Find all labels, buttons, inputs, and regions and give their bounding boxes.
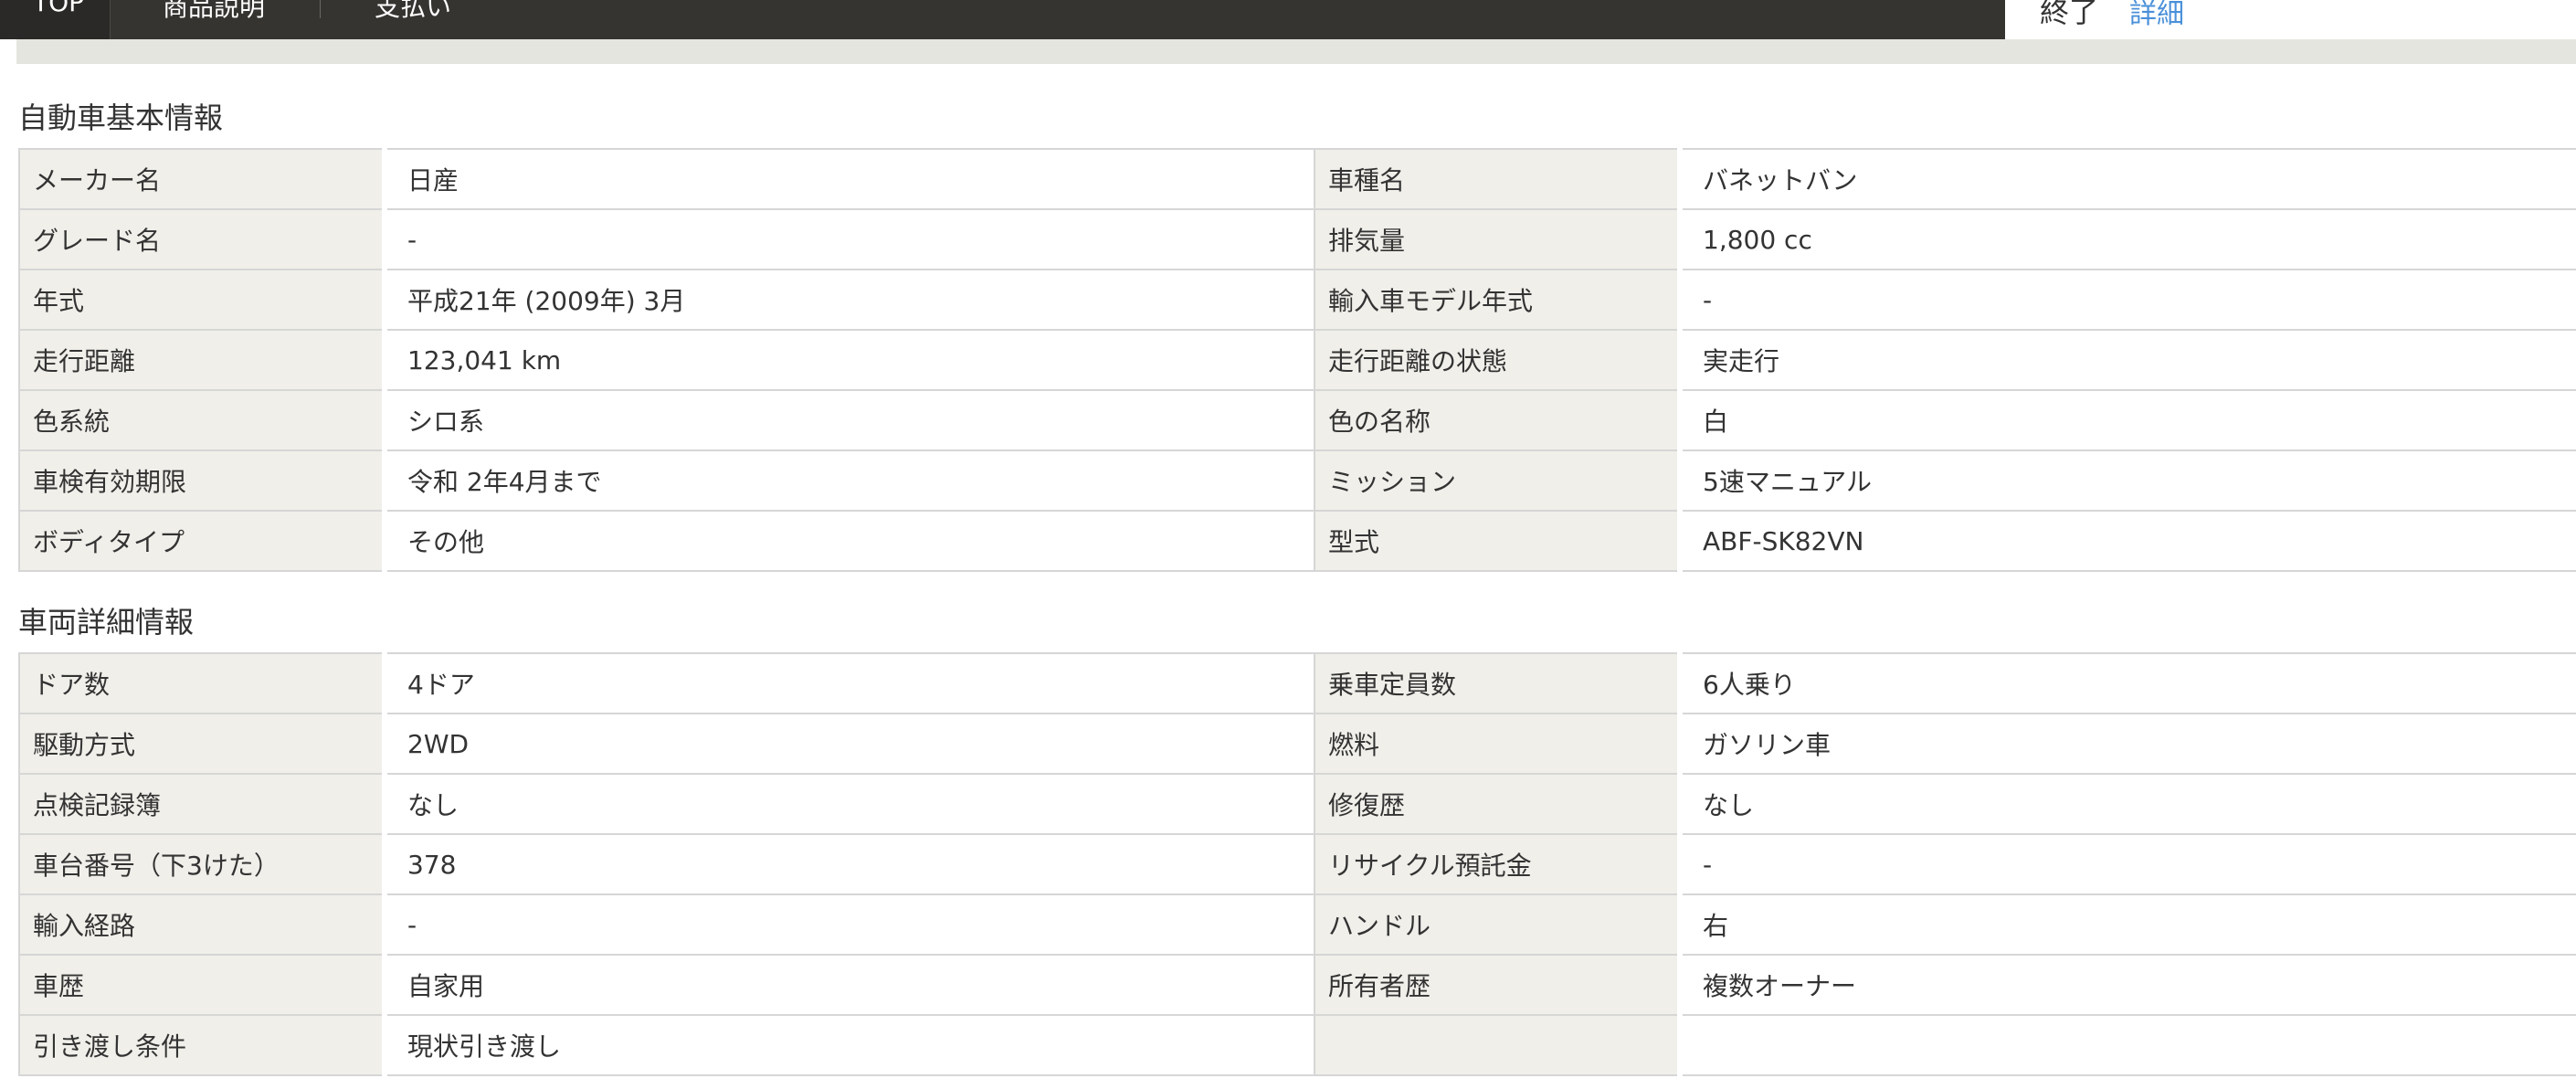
field-label: 色系統 bbox=[18, 389, 385, 451]
basic-info-row: グレード名 - 排気量 1,800 cc bbox=[18, 208, 2576, 270]
field-label: 色の名称 bbox=[1314, 389, 1680, 451]
section-title-basic-info: 自動車基本情報 bbox=[18, 100, 224, 135]
vehicle-detail-table: ドア数 4ドア 乗車定員数 6人乗り 駆動方式 2WD 燃料 ガソリン車 点検記録簿 なし 修復歴な… bbox=[18, 652, 2576, 1076]
field-value: その他 bbox=[382, 510, 1315, 572]
field-label: リサイクル預託金 bbox=[1314, 833, 1680, 895]
field-value: 令和 2年4月まで bbox=[382, 449, 1315, 512]
field-value: 5速マニュアル bbox=[1677, 449, 2576, 512]
field-value: 378 bbox=[382, 833, 1315, 895]
field-label: 修復歴 bbox=[1314, 773, 1680, 835]
nav-divider bbox=[320, 0, 321, 18]
field-value: - bbox=[382, 893, 1315, 956]
field-value: 白 bbox=[1677, 389, 2576, 451]
field-label: 点検記録簿 bbox=[18, 773, 385, 835]
vehicle-detail-row: 駆動方式 2WD 燃料 ガソリン車 bbox=[18, 713, 2576, 775]
field-label: ミッション bbox=[1314, 449, 1680, 512]
basic-info-row: 車検有効期限 令和 2年4月まで ミッション 5速マニュアル bbox=[18, 449, 2576, 512]
field-value: 日産 bbox=[382, 148, 1315, 210]
field-label: 燃料 bbox=[1314, 713, 1680, 775]
field-label: 乗車定員数 bbox=[1314, 652, 1680, 714]
vehicle-detail-row: 点検記録簿 なし 修復歴 なし bbox=[18, 773, 2576, 835]
nav-tab-top[interactable]: TOP bbox=[0, 0, 111, 39]
field-label: 走行距離 bbox=[18, 329, 385, 391]
field-label: ドア数 bbox=[18, 652, 385, 714]
field-label: ハンドル bbox=[1314, 893, 1680, 956]
field-value: 123,041 km bbox=[382, 329, 1315, 391]
vehicle-detail-row: 車歴 自家用 所有者歴 複数オーナー bbox=[18, 954, 2576, 1016]
field-label: 年式 bbox=[18, 269, 385, 331]
sub-navigation-bar bbox=[16, 39, 2576, 64]
vehicle-detail-row: 輸入経路 - ハンドル右 bbox=[18, 893, 2576, 956]
basic-info-row: 色系統 シロ系 色の名称白 bbox=[18, 389, 2576, 451]
details-link[interactable]: 詳細 bbox=[2129, 0, 2184, 31]
field-label: メーカー名 bbox=[18, 148, 385, 210]
auction-status-text: 終了 bbox=[2040, 0, 2099, 29]
basic-info-row: ボディタイプ その他 型式 ABF-SK82VN bbox=[18, 510, 2576, 572]
field-label: 所有者歴 bbox=[1314, 954, 1680, 1016]
basic-info-row: メーカー名 日産 車種名 バネットバン bbox=[18, 148, 2576, 210]
field-label: 車歴 bbox=[18, 954, 385, 1016]
field-value: - bbox=[1677, 833, 2576, 895]
field-label: ボディタイプ bbox=[18, 510, 385, 572]
basic-info-row: 年式 平成21年 (2009年) 3月 輸入車モデル年式 - bbox=[18, 269, 2576, 331]
field-label: 輸入経路 bbox=[18, 893, 385, 956]
field-value: 6人乗り bbox=[1677, 652, 2576, 714]
field-value: なし bbox=[1677, 773, 2576, 835]
field-label: 車種名 bbox=[1314, 148, 1680, 210]
section-title-vehicle-detail: 車両詳細情報 bbox=[18, 605, 195, 640]
field-value: バネットバン bbox=[1677, 148, 2576, 210]
field-value: ガソリン車 bbox=[1677, 713, 2576, 775]
field-label: 走行距離の状態 bbox=[1314, 329, 1680, 391]
field-value: 2WD bbox=[382, 713, 1315, 775]
vehicle-detail-row: 車台番号（下3けた） 378 リサイクル預託金 - bbox=[18, 833, 2576, 895]
field-value: 平成21年 (2009年) 3月 bbox=[382, 269, 1315, 331]
field-value: 実走行 bbox=[1677, 329, 2576, 391]
vehicle-detail-row: 引き渡し条件 現状引き渡し bbox=[18, 1014, 2576, 1076]
field-value bbox=[1677, 1014, 2576, 1076]
field-value: 4ドア bbox=[382, 652, 1315, 714]
nav-tab-payment[interactable]: 支払い bbox=[375, 0, 451, 24]
field-value: 複数オーナー bbox=[1677, 954, 2576, 1016]
field-value: なし bbox=[382, 773, 1315, 835]
field-label: 輸入車モデル年式 bbox=[1314, 269, 1680, 331]
field-value: - bbox=[1677, 269, 2576, 331]
field-label: 引き渡し条件 bbox=[18, 1014, 385, 1076]
field-value: 現状引き渡し bbox=[382, 1014, 1315, 1076]
field-value: 自家用 bbox=[382, 954, 1315, 1016]
nav-tab-top-label: TOP bbox=[33, 0, 85, 17]
field-label: 車検有効期限 bbox=[18, 449, 385, 512]
field-value: 右 bbox=[1677, 893, 2576, 956]
basic-info-row: 走行距離 123,041 km 走行距離の状態 実走行 bbox=[18, 329, 2576, 391]
field-value: ABF-SK82VN bbox=[1677, 510, 2576, 572]
field-value: シロ系 bbox=[382, 389, 1315, 451]
field-label: 車台番号（下3けた） bbox=[18, 833, 385, 895]
auction-status-panel: 終了 詳細 bbox=[2005, 0, 2576, 39]
field-value: 1,800 cc bbox=[1677, 208, 2576, 270]
field-label: 排気量 bbox=[1314, 208, 1680, 270]
field-label: グレード名 bbox=[18, 208, 385, 270]
field-label bbox=[1314, 1014, 1680, 1076]
field-label: 型式 bbox=[1314, 510, 1680, 572]
nav-tab-description[interactable]: 商品説明 bbox=[163, 0, 265, 24]
vehicle-detail-row: ドア数 4ドア 乗車定員数 6人乗り bbox=[18, 652, 2576, 714]
field-label: 駆動方式 bbox=[18, 713, 385, 775]
top-navigation-bar: TOP 商品説明 支払い 終了 詳細 bbox=[0, 0, 2576, 39]
field-value: - bbox=[382, 208, 1315, 270]
basic-info-table: メーカー名 日産 車種名 バネットバン グレード名 - 排気量 1,800 cc 年式 平成21年… bbox=[18, 148, 2576, 572]
